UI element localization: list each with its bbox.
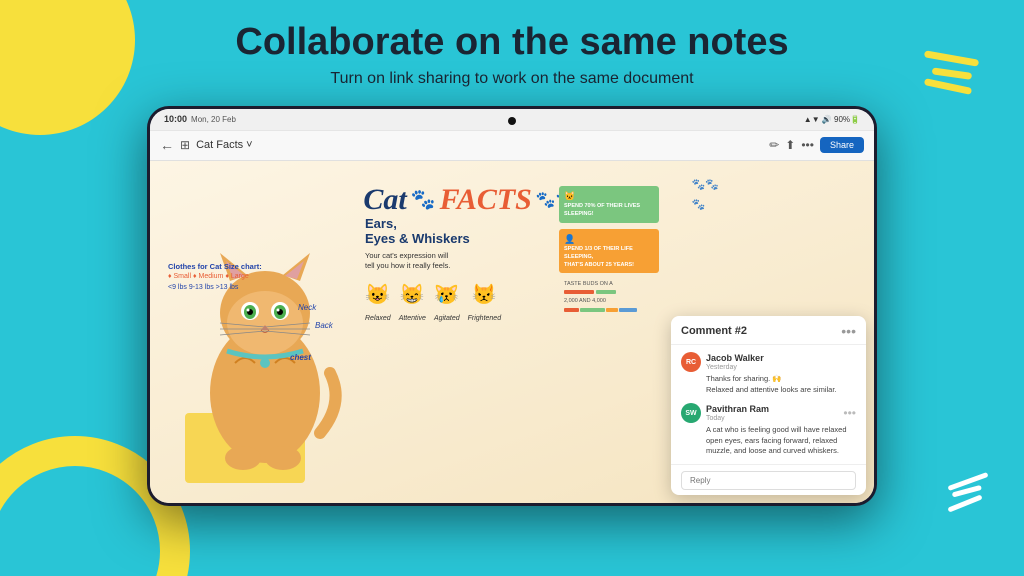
ears-title: Ears,Eyes & Whiskers — [365, 216, 540, 247]
share-button[interactable]: Share — [820, 137, 864, 153]
page-subheadline: Turn on link sharing to work on the same… — [330, 70, 693, 88]
pencil-icon[interactable]: ✏ — [769, 138, 779, 152]
cat-facts-title: Cat 🐾 FACTS 🐾🐾 — [363, 183, 575, 217]
commenter-1-time: Yesterday — [706, 364, 764, 371]
stats-panel: 🐱 SPEND 70% OF THEIR LIVES SLEEPING! 👤 S… — [559, 186, 659, 274]
doc-title[interactable]: Cat Facts ˅ — [196, 139, 253, 151]
commenter-2-time: Today — [706, 415, 769, 422]
comment-body: RC Jacob Walker Yesterday Thanks for sha… — [671, 345, 866, 464]
cat-face-attentive: 😸 Attentive — [399, 282, 426, 325]
more-icon[interactable]: ••• — [801, 138, 814, 152]
status-time-date: 10:00 — [164, 114, 187, 124]
page-headline: Collaborate on the same notes — [235, 22, 788, 64]
back-button[interactable]: ← — [160, 137, 174, 153]
size-chart-label: Clothes for Cat Size chart: ♦ Small ♦ Me… — [168, 261, 262, 293]
toolbar: ← ⊞ Cat Facts ˅ ✏ ⬆ ••• Share — [150, 131, 874, 161]
canvas-area: Cat 🐾 FACTS 🐾🐾 🐾🐾🐾 — [150, 161, 874, 503]
comment-1-text: Thanks for sharing. 🙌Relaxed and attenti… — [681, 374, 856, 395]
cat-face-agitated: 😿 Agitated — [434, 282, 460, 325]
comment-more-icon[interactable]: ••• — [841, 323, 856, 339]
reply-area — [671, 464, 866, 495]
cat-face-relaxed: 😺 Relaxed — [365, 282, 391, 325]
reply-input[interactable] — [681, 471, 856, 490]
cat-face-frightened: 😾 Frightened — [468, 282, 501, 325]
paw-decoration: 🐾🐾🐾 — [692, 176, 719, 216]
comment-2-more[interactable]: ••• — [843, 406, 856, 420]
avatar-sw: SW — [681, 403, 701, 423]
tablet-mockup: 10:00 Mon, 20 Feb ▲▼ 🔊 90%🔋 ← ⊞ Cat Fact… — [147, 106, 877, 506]
comment-1: RC Jacob Walker Yesterday Thanks for sha… — [681, 352, 856, 395]
neck-label: Neck — [298, 303, 316, 312]
ears-description: Your cat's expression willtell you how i… — [365, 251, 540, 272]
comment-2-text: A cat who is feeling good will have rela… — [681, 425, 856, 457]
grid-icon[interactable]: ⊞ — [180, 138, 190, 152]
commenter-1-name: Jacob Walker — [706, 353, 764, 364]
camera-notch — [508, 117, 516, 125]
commenter-2-name: Pavithran Ram — [706, 404, 769, 415]
avatar-rc: RC — [681, 352, 701, 372]
comment-2: SW Pavithran Ram Today ••• A — [681, 403, 856, 457]
stats-bars-right: TASTE BUDS ON A 2,000 AND 4,000 — [564, 281, 659, 312]
ears-section: Ears,Eyes & Whiskers Your cat's expressi… — [365, 216, 540, 325]
comment-title: Comment #2 — [681, 325, 747, 337]
cat-faces-row: 😺 Relaxed 😸 Attentive 😿 Agitated — [365, 282, 540, 325]
status-date: Mon, 20 Feb — [191, 115, 236, 124]
status-signal: ▲▼ 🔊 90%🔋 — [804, 115, 860, 124]
comment-header: Comment #2 ••• — [671, 316, 866, 345]
export-icon[interactable]: ⬆ — [785, 138, 795, 152]
comment-panel: Comment #2 ••• RC Jac — [671, 316, 866, 495]
back-label: Back — [315, 321, 333, 330]
chest-label: chest — [290, 353, 311, 362]
